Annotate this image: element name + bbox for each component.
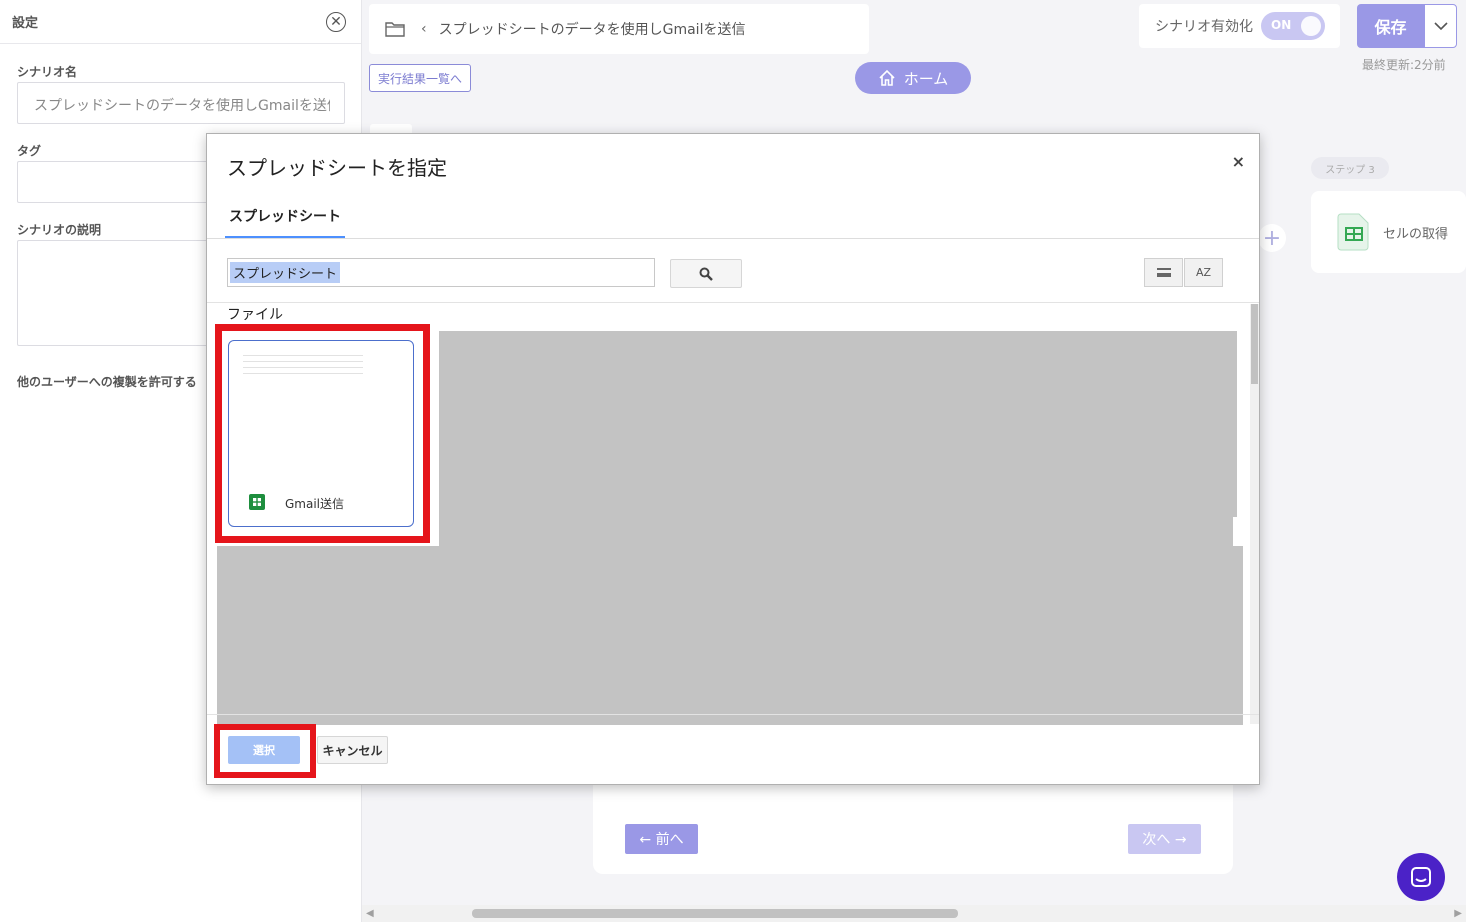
close-icon[interactable]: ✕ — [326, 11, 346, 32]
footer-divider — [207, 714, 1259, 715]
settings-title: 設定 — [12, 16, 39, 31]
last-updated: 最終更新:2分前 — [1362, 58, 1446, 72]
redacted-area — [439, 517, 1233, 547]
scenario-toggle-box: シナリオ有効化 ON — [1139, 4, 1340, 48]
scrollbar-thumb[interactable] — [1251, 304, 1258, 384]
google-sheets-icon — [1337, 213, 1369, 251]
step-card-label: セルの取得 — [1383, 226, 1449, 242]
add-step-button[interactable]: + — [1258, 224, 1286, 252]
toggle-knob — [1301, 16, 1321, 36]
save-dropdown-button[interactable] — [1424, 4, 1457, 48]
prev-button[interactable]: ← 前へ — [625, 824, 698, 854]
next-button[interactable]: 次へ → — [1128, 824, 1201, 854]
sort-button[interactable]: AZ — [1184, 258, 1223, 287]
scrollbar-thumb[interactable] — [472, 909, 958, 918]
scenario-toggle[interactable]: ON — [1261, 12, 1325, 40]
search-value: スプレッドシート — [230, 262, 341, 283]
redacted-area — [439, 331, 1237, 517]
back-chevron-icon[interactable]: ‹ — [421, 21, 427, 37]
horizontal-scrollbar[interactable]: ◀ ▶ — [362, 905, 1466, 922]
tag-label: タグ — [17, 144, 42, 158]
chevron-down-icon — [1433, 21, 1448, 30]
scroll-left-icon[interactable]: ◀ — [366, 908, 374, 919]
chat-icon — [1411, 867, 1431, 887]
content-divider — [207, 302, 1259, 303]
scenario-name-label: シナリオ名 — [17, 65, 78, 79]
highlight-box — [214, 724, 316, 778]
vertical-scrollbar[interactable] — [1250, 304, 1259, 724]
spreadsheet-picker-dialog: スプレッドシートを指定 × スプレッドシート スプレッドシート AZ ファイル … — [206, 133, 1260, 785]
redacted-area — [217, 546, 1243, 725]
list-view-button[interactable] — [1144, 258, 1183, 287]
search-button[interactable] — [670, 259, 742, 288]
cancel-button[interactable]: キャンセル — [317, 736, 388, 764]
home-button[interactable]: ホーム — [855, 62, 971, 94]
section-label-files: ファイル — [227, 307, 283, 323]
settings-header: 設定 ✕ — [0, 0, 361, 44]
list-icon — [1156, 268, 1171, 277]
breadcrumb: ‹ スプレッドシートのデータを使用しGmailを送信 — [369, 4, 869, 54]
save-button[interactable]: 保存 — [1357, 4, 1424, 48]
scenario-name-value: スプレッドシートのデータを使用しGmailを送信 — [34, 98, 330, 114]
breadcrumb-title: スプレッドシートのデータを使用しGmailを送信 — [438, 22, 746, 38]
scroll-right-icon[interactable]: ▶ — [1454, 908, 1462, 919]
toggle-state: ON — [1271, 18, 1292, 32]
close-icon[interactable]: × — [1232, 152, 1245, 171]
search-icon — [699, 267, 713, 281]
dialog-title: スプレッドシートを指定 — [227, 156, 447, 180]
folder-icon[interactable] — [385, 21, 405, 37]
step-card-get-cell[interactable]: セルの取得 — [1311, 191, 1466, 273]
home-icon — [879, 69, 895, 86]
home-label: ホーム — [903, 69, 949, 88]
description-label: シナリオの説明 — [17, 223, 102, 237]
results-link[interactable]: 実行結果一覧へ — [369, 64, 471, 92]
sort-az-icon: AZ — [1195, 266, 1212, 279]
search-input[interactable]: スプレッドシート — [227, 258, 655, 287]
tab-divider — [207, 238, 1259, 239]
chat-button[interactable] — [1397, 853, 1445, 901]
tab-spreadsheet[interactable]: スプレッドシート — [225, 204, 345, 238]
allow-copy-label: 他のユーザーへの複製を許可する — [17, 375, 197, 389]
toggle-label: シナリオ有効化 — [1155, 19, 1253, 35]
step-badge: ステップ 3 — [1311, 157, 1389, 179]
highlight-box — [215, 324, 430, 543]
scenario-name-input[interactable]: スプレッドシートのデータを使用しGmailを送信 — [17, 82, 345, 124]
